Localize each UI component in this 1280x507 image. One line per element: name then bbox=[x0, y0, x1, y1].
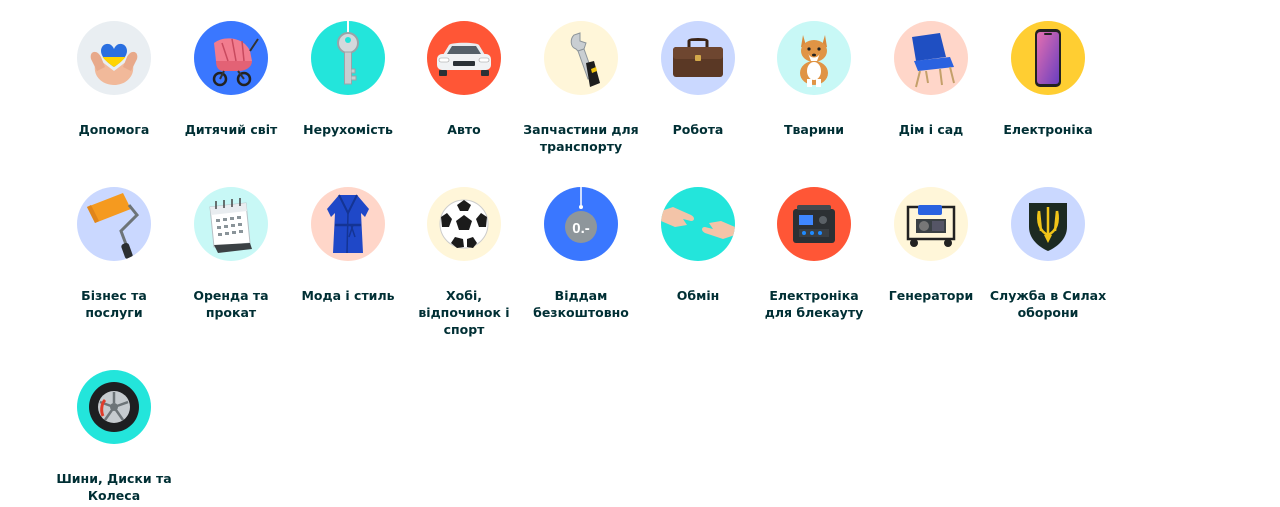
category-circle bbox=[77, 187, 151, 261]
category-label: Електроніка bbox=[1003, 122, 1093, 137]
category-parts[interactable]: Запчастини для транспорту bbox=[521, 21, 641, 155]
category-work[interactable]: Робота bbox=[638, 21, 758, 138]
category-circle bbox=[544, 21, 618, 95]
smartphone-icon bbox=[1035, 29, 1061, 87]
hands-heart-icon bbox=[90, 43, 138, 85]
category-circle bbox=[77, 370, 151, 444]
category-circle bbox=[194, 21, 268, 95]
category-label: Бізнес та послуги bbox=[81, 288, 147, 320]
category-circle bbox=[1011, 187, 1085, 261]
trident-shield-icon bbox=[1029, 203, 1067, 251]
category-label: Електроніка для блекауту bbox=[764, 288, 864, 320]
category-rent[interactable]: Оренда та прокат bbox=[171, 187, 291, 321]
category-fashion[interactable]: Мода і стиль bbox=[288, 187, 408, 304]
handshake-icon bbox=[661, 207, 735, 239]
soccer-ball-icon bbox=[439, 199, 489, 249]
key-icon bbox=[337, 21, 359, 85]
category-circle bbox=[661, 21, 735, 95]
category-label: Генератори bbox=[888, 288, 974, 303]
category-animals[interactable]: Тварини bbox=[754, 21, 874, 138]
category-circle: 0.- bbox=[544, 187, 618, 261]
category-circle bbox=[777, 187, 851, 261]
category-circle bbox=[661, 187, 735, 261]
category-label: Дім і сад bbox=[898, 122, 964, 137]
category-label: Робота bbox=[672, 122, 724, 137]
category-auto[interactable]: Авто bbox=[404, 21, 524, 138]
category-circle bbox=[194, 187, 268, 261]
category-circle bbox=[1011, 21, 1085, 95]
category-generators[interactable]: Генератори bbox=[871, 187, 991, 304]
category-blackout-electronics[interactable]: Електроніка для блекауту bbox=[754, 187, 874, 321]
category-label: Авто bbox=[447, 122, 481, 137]
category-label: Тварини bbox=[784, 122, 844, 137]
generator-icon bbox=[906, 205, 956, 247]
category-label: Хобі, відпочинок і спорт bbox=[418, 288, 510, 337]
category-circle bbox=[894, 187, 968, 261]
category-realty[interactable]: Нерухомість bbox=[288, 21, 408, 138]
dog-icon bbox=[800, 35, 828, 87]
paint-roller-icon bbox=[87, 193, 140, 260]
category-label: Віддам безкоштовно bbox=[533, 288, 629, 320]
category-circle bbox=[311, 187, 385, 261]
category-electronics[interactable]: Електроніка bbox=[988, 21, 1108, 138]
category-circle bbox=[777, 21, 851, 95]
category-circle bbox=[311, 21, 385, 95]
wheel-icon bbox=[89, 382, 139, 432]
category-circle bbox=[894, 21, 968, 95]
car-icon bbox=[437, 42, 491, 76]
power-station-icon bbox=[793, 205, 835, 243]
category-kids[interactable]: Дитячий світ bbox=[171, 21, 291, 138]
category-exchange[interactable]: Обмін bbox=[638, 187, 758, 304]
category-label: Шини, Диски та Колеса bbox=[56, 471, 172, 503]
category-home-garden[interactable]: Дім і сад bbox=[871, 21, 991, 138]
category-tires-wheels[interactable]: Шини, Диски та Колеса bbox=[54, 370, 174, 504]
calendar-icon bbox=[209, 198, 252, 253]
price-tag-icon: 0.- bbox=[565, 187, 597, 243]
category-business[interactable]: Бізнес та послуги bbox=[54, 187, 174, 321]
armchair-icon bbox=[912, 33, 955, 88]
category-label: Допомога bbox=[78, 122, 150, 137]
category-label: Нерухомість bbox=[303, 122, 393, 137]
price-tag-text: 0.- bbox=[572, 220, 590, 237]
wrench-icon bbox=[570, 32, 600, 87]
category-label: Оренда та прокат bbox=[193, 288, 269, 320]
category-circle bbox=[427, 187, 501, 261]
category-help[interactable]: Допомога bbox=[54, 21, 174, 138]
category-label: Мода і стиль bbox=[301, 288, 395, 303]
category-label: Обмін bbox=[676, 288, 720, 303]
category-label: Запчастини для транспорту bbox=[523, 122, 639, 154]
bathrobe-icon bbox=[327, 194, 369, 254]
category-defense-service[interactable]: Служба в Силах оборони bbox=[988, 187, 1108, 321]
category-label: Служба в Силах оборони bbox=[989, 288, 1107, 320]
category-circle bbox=[77, 21, 151, 95]
stroller-icon bbox=[212, 38, 259, 87]
category-label: Дитячий світ bbox=[184, 122, 278, 137]
category-free[interactable]: 0.- Віддам безкоштовно bbox=[521, 187, 641, 321]
categories-grid: Допомога Дитячий світ Нерухомість Авто З… bbox=[0, 0, 1280, 507]
category-circle bbox=[427, 21, 501, 95]
briefcase-icon bbox=[673, 38, 723, 77]
category-hobby[interactable]: Хобі, відпочинок і спорт bbox=[404, 187, 524, 338]
